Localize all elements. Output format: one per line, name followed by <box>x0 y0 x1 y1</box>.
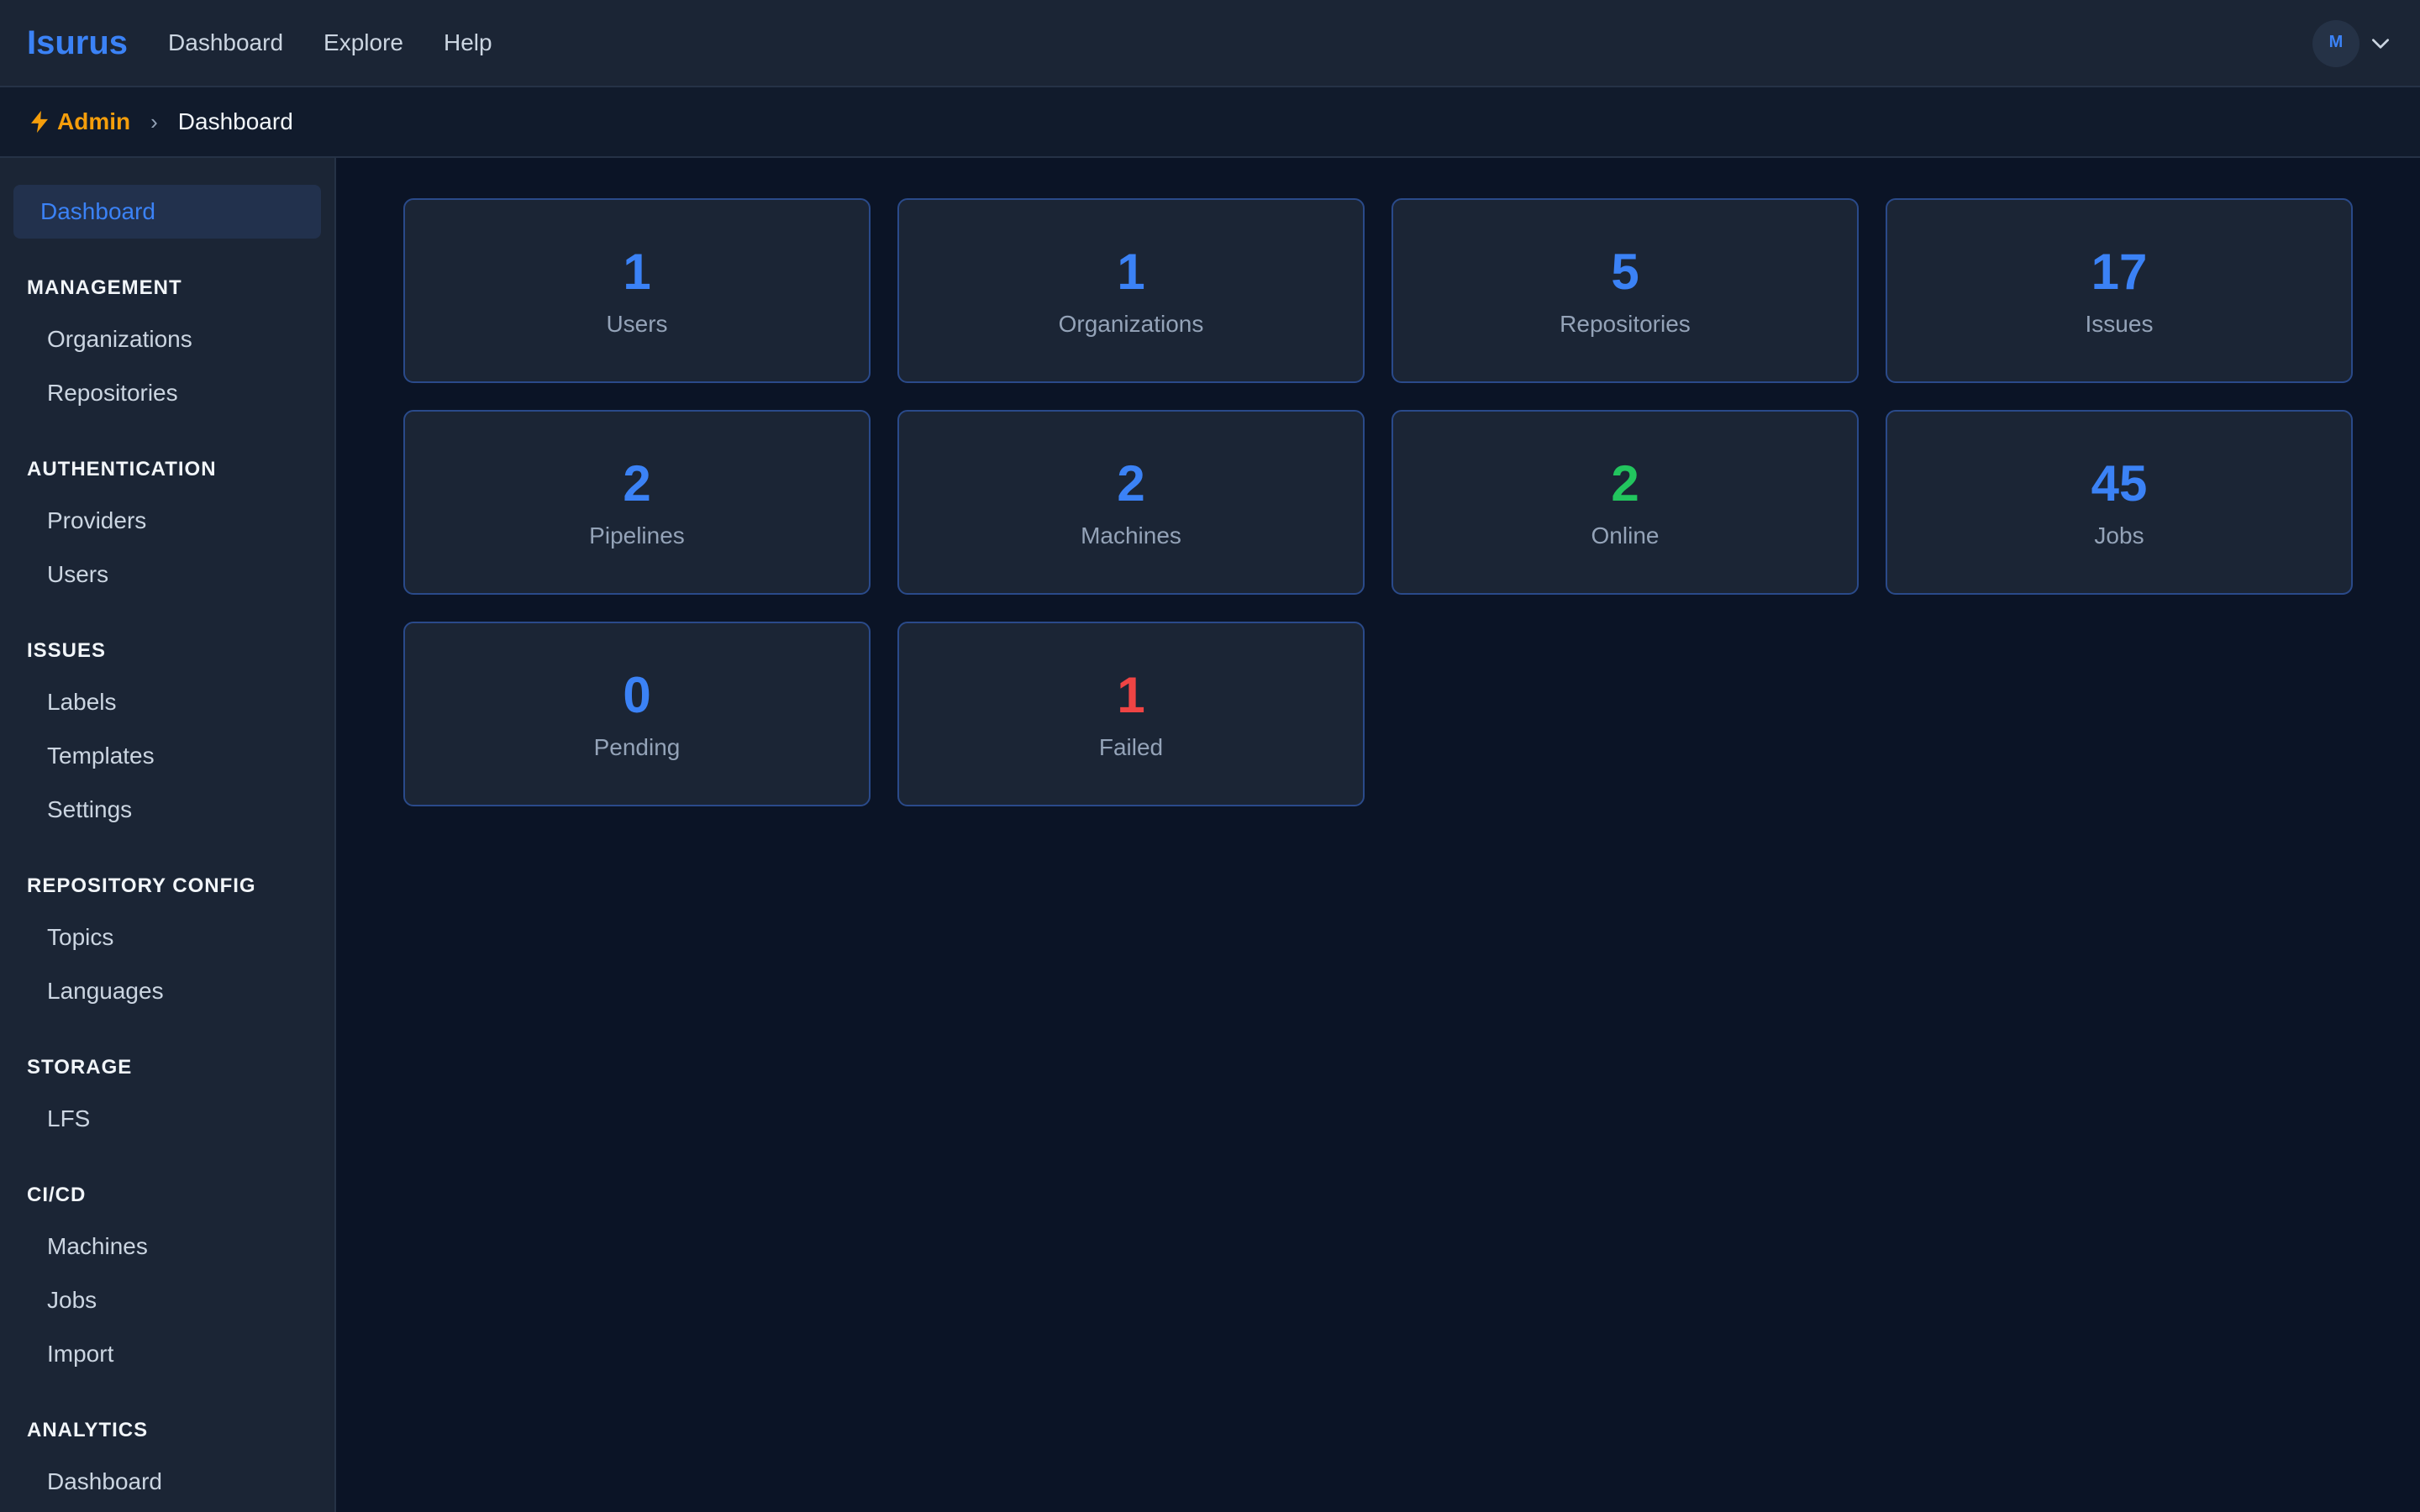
avatar[interactable]: M <box>2312 20 2360 67</box>
stat-label: Organizations <box>1058 311 1204 337</box>
stat-label: Online <box>1591 522 1660 549</box>
admin-sidebar: Dashboard MANAGEMENT Organizations Repos… <box>0 158 336 1512</box>
breadcrumb: Admin › Dashboard <box>0 87 2420 158</box>
stat-label: Users <box>606 311 668 337</box>
nav-dashboard-link[interactable]: Dashboard <box>168 29 283 56</box>
sidebar-section-analytics: ANALYTICS <box>27 1419 149 1441</box>
stat-label: Machines <box>1081 522 1181 549</box>
stat-label: Issues <box>2085 311 2154 337</box>
stat-value: 1 <box>1117 244 1145 300</box>
sidebar-item-dashboard[interactable]: Dashboard <box>13 185 321 239</box>
stat-label: Jobs <box>2094 522 2144 549</box>
sidebar-item-settings[interactable]: Settings <box>13 783 321 837</box>
stat-value: 5 <box>1611 244 1639 300</box>
breadcrumb-separator: › <box>150 108 158 134</box>
stats-grid: 1 Users 1 Organizations 5 Repositories 1… <box>403 198 2353 806</box>
lightning-bolt-icon <box>31 110 48 134</box>
stat-card-failed[interactable]: 1 Failed <box>897 622 1365 806</box>
stat-card-machines[interactable]: 2 Machines <box>897 410 1365 595</box>
stat-card-pending[interactable]: 0 Pending <box>403 622 871 806</box>
sidebar-item-templates[interactable]: Templates <box>13 729 321 783</box>
sidebar-item-import[interactable]: Import <box>13 1327 321 1381</box>
breadcrumb-admin-link[interactable]: Admin <box>27 108 130 135</box>
sidebar-item-repositories[interactable]: Repositories <box>13 366 321 420</box>
stat-label: Repositories <box>1560 311 1691 337</box>
sidebar-item-analytics-dashboard[interactable]: Dashboard <box>13 1455 321 1509</box>
sidebar-section-issues: ISSUES <box>27 639 107 662</box>
top-nav: Dashboard Explore Help <box>168 29 492 56</box>
sidebar-item-machines[interactable]: Machines <box>13 1220 321 1273</box>
stat-value: 1 <box>623 244 651 300</box>
chevron-down-icon[interactable] <box>2370 33 2391 55</box>
brand-logo[interactable]: Isurus <box>27 24 128 62</box>
breadcrumb-current: Dashboard <box>177 108 293 134</box>
stat-card-online[interactable]: 2 Online <box>1392 410 1859 595</box>
stat-value: 2 <box>1611 455 1639 512</box>
stat-card-issues[interactable]: 17 Issues <box>1886 198 2353 383</box>
breadcrumb-admin-label: Admin <box>57 108 131 134</box>
top-nav-bar: Isurus Dashboard Explore Help M <box>0 0 2420 87</box>
stat-card-users[interactable]: 1 Users <box>403 198 871 383</box>
sidebar-item-lfs[interactable]: LFS <box>13 1092 321 1146</box>
sidebar-section-repository-config: REPOSITORY CONFIG <box>27 874 256 897</box>
sidebar-item-labels[interactable]: Labels <box>13 675 321 729</box>
stat-card-jobs[interactable]: 45 Jobs <box>1886 410 2353 595</box>
sidebar-section-cicd: CI/CD <box>27 1184 87 1206</box>
sidebar-item-topics[interactable]: Topics <box>13 911 321 964</box>
stat-value: 17 <box>2091 244 2148 300</box>
sidebar-item-languages[interactable]: Languages <box>13 964 321 1018</box>
sidebar-section-management: MANAGEMENT <box>27 276 182 299</box>
nav-help-link[interactable]: Help <box>444 29 492 56</box>
stat-value: 2 <box>1117 455 1145 512</box>
stat-value: 2 <box>623 455 651 512</box>
stat-label: Pipelines <box>589 522 685 549</box>
stat-value: 1 <box>1117 667 1145 723</box>
sidebar-item-organizations[interactable]: Organizations <box>13 312 321 366</box>
stat-card-pipelines[interactable]: 2 Pipelines <box>403 410 871 595</box>
sidebar-item-jobs[interactable]: Jobs <box>13 1273 321 1327</box>
sidebar-section-authentication: AUTHENTICATION <box>27 458 217 480</box>
stat-value: 45 <box>2091 455 2148 512</box>
user-menu[interactable]: M <box>2312 20 2391 67</box>
stat-card-repositories[interactable]: 5 Repositories <box>1392 198 1859 383</box>
sidebar-item-providers[interactable]: Providers <box>13 494 321 548</box>
stat-card-organizations[interactable]: 1 Organizations <box>897 198 1365 383</box>
stat-value: 0 <box>623 667 651 723</box>
stat-label: Pending <box>593 734 681 760</box>
sidebar-item-users[interactable]: Users <box>13 548 321 601</box>
main-content: 1 Users 1 Organizations 5 Repositories 1… <box>336 158 2420 1512</box>
sidebar-section-storage: STORAGE <box>27 1056 133 1079</box>
stat-label: Failed <box>1098 734 1164 760</box>
nav-explore-link[interactable]: Explore <box>324 29 403 56</box>
